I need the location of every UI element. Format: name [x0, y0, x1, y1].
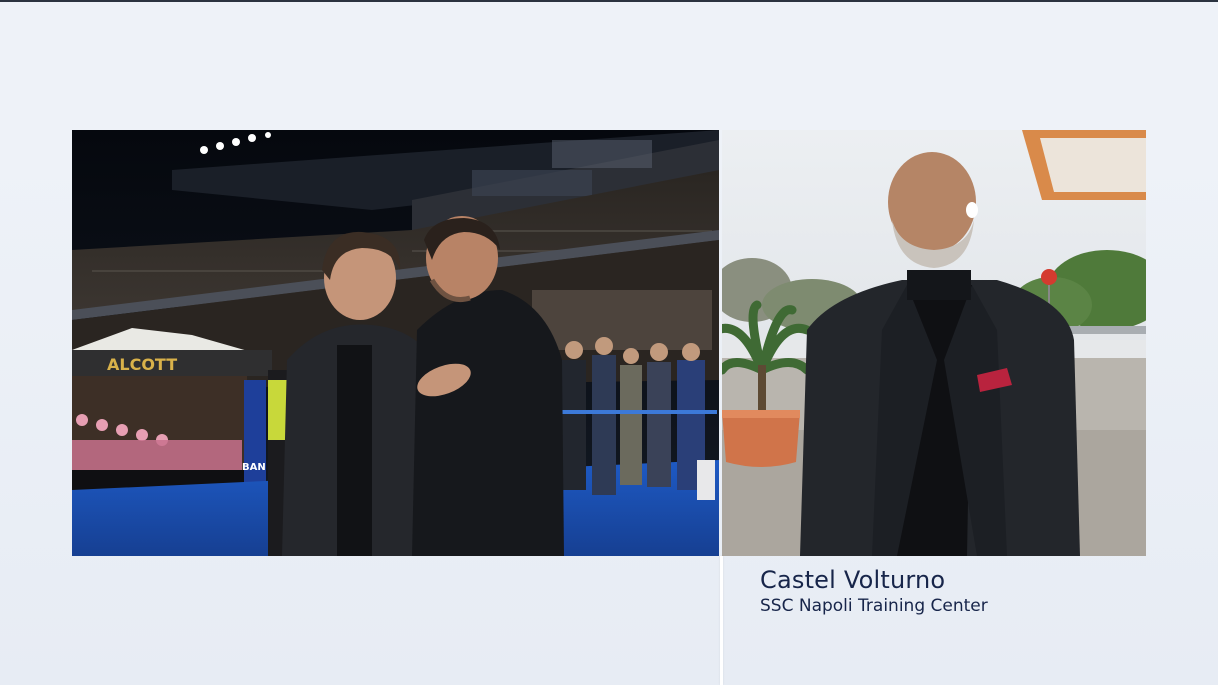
- top-border: [0, 0, 1218, 2]
- location-caption: Castel Volturno SSC Napoli Training Cent…: [760, 566, 988, 616]
- caption-subtitle: SSC Napoli Training Center: [760, 596, 988, 616]
- left-video-feed: ALCOTT BAN: [72, 130, 719, 556]
- caption-location: Castel Volturno: [760, 566, 946, 594]
- interview-scene-image: [722, 130, 1146, 556]
- stadium-scene-image: ALCOTT BAN: [72, 130, 719, 556]
- caption-divider: [720, 556, 723, 685]
- right-video-feed: [722, 130, 1146, 556]
- stadium-banner-text: ALCOTT: [107, 355, 177, 374]
- broadcast-screen: ALCOTT BAN Castel Volturno SSC Napoli Tr…: [0, 0, 1218, 685]
- ad-board-text: BAN: [242, 462, 266, 473]
